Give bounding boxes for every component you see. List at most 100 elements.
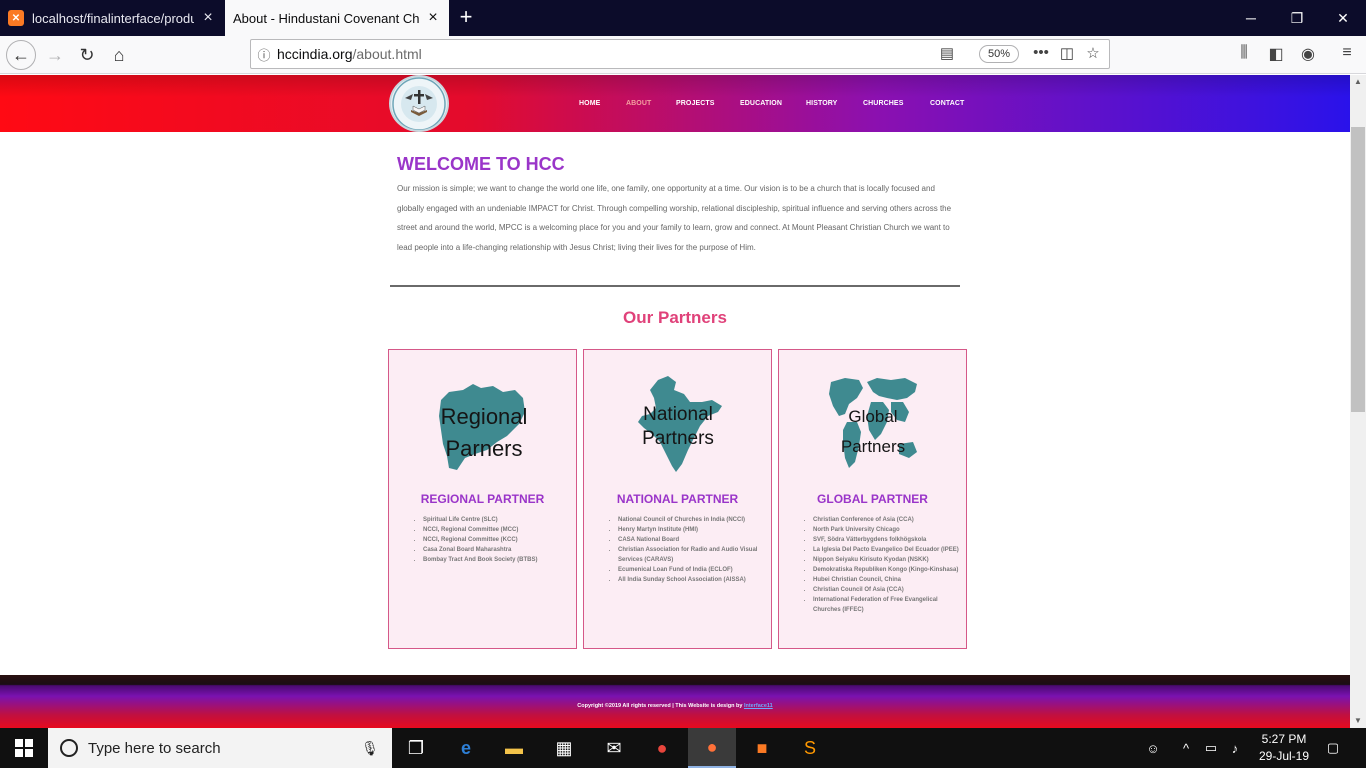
nav-about[interactable]: ABOUT [626, 100, 651, 107]
windows-taskbar: Type here to search 🎙 ❐ e ▬ ▦ ✉ ● ● ■ S … [0, 728, 1366, 768]
microphone-icon[interactable]: 🎙 [358, 740, 382, 757]
church-logo-icon [392, 77, 446, 130]
world-map-icon: Global Partners [829, 378, 917, 468]
menu-icon[interactable]: ≡ [1336, 44, 1358, 66]
store-icon[interactable]: ▦ [540, 728, 588, 768]
close-window-button[interactable]: ✕ [1320, 0, 1366, 36]
main-nav: HISTORY [806, 75, 837, 132]
home-button[interactable]: ⌂ [104, 40, 134, 70]
chrome-icon[interactable]: ● [638, 728, 686, 768]
site-header: HOME ABOUT PROJECTS EDUCATION HISTORY CH… [0, 75, 1350, 132]
scroll-up-icon[interactable]: ▲ [1350, 75, 1366, 89]
library-icon[interactable]: ⫼ [1233, 44, 1255, 66]
address-bar[interactable]: ⓘ hccindia.org/about.html ▤ 50% ••• ◫ ☆ [250, 39, 1110, 69]
designer-link[interactable]: Interface11 [744, 703, 773, 709]
show-hidden-icons[interactable]: ^ [1176, 728, 1196, 768]
nav-contact[interactable]: CONTACT [930, 100, 964, 107]
tab-about[interactable]: About - Hindustani Covenant Chur × [225, 0, 449, 36]
tab-localhost[interactable]: ✕ localhost/finalinterface/produc × [0, 0, 224, 36]
cortana-icon [60, 739, 78, 757]
file-explorer-icon[interactable]: ▬ [490, 728, 538, 768]
sublime-text-icon[interactable]: S [786, 728, 834, 768]
list-item: Henry Martyn Institute (HMI) [618, 525, 764, 535]
taskbar-search[interactable]: Type here to search 🎙 [48, 728, 392, 768]
reader-view-icon[interactable]: ▤ [937, 44, 957, 64]
nav-projects[interactable]: PROJECTS [676, 100, 715, 107]
xampp-icon[interactable]: ■ [738, 728, 786, 768]
list-item: La Iglesia Del Pacto Evangelico Del Ecua… [813, 545, 959, 555]
web-page: HOME ABOUT PROJECTS EDUCATION HISTORY CH… [0, 75, 1350, 728]
browser-tab-strip: ✕ localhost/finalinterface/produc × Abou… [0, 0, 1366, 36]
nav-history[interactable]: HISTORY [806, 100, 837, 107]
india-map-icon: National Partners [638, 376, 722, 472]
list-item: Christian Association for Radio and Audi… [618, 545, 764, 565]
reload-button[interactable]: ↻ [72, 40, 102, 70]
national-partner-card: National Partners NATIONAL PARTNER Natio… [583, 349, 772, 649]
sidebar-icon[interactable]: ◧ [1265, 44, 1287, 66]
art-line-1: Global [848, 407, 897, 426]
art-line-2: Partners [841, 437, 905, 456]
site-footer: Copyright ©2019 All rights reserved | Th… [0, 675, 1350, 728]
zoom-level-button[interactable]: 50% [978, 45, 1019, 63]
art-line-1: Regional [441, 404, 528, 429]
list-item: Casa Zonal Board Maharashtra [423, 545, 569, 555]
new-tab-button[interactable]: + [454, 6, 478, 30]
welcome-title: WELCOME TO HCC [397, 154, 565, 174]
close-tab-icon[interactable]: × [425, 9, 441, 27]
list-item: Christian Conference of Asia (CCA) [813, 515, 959, 525]
copyright-label: Copyright ©2019 All rights reserved | Th… [577, 703, 744, 709]
list-item: Bombay Tract And Book Society (BTBS) [423, 555, 569, 565]
minimize-window-button[interactable]: ─ [1228, 0, 1274, 36]
list-item: Spiritual Life Centre (SLC) [423, 515, 569, 525]
bookmark-star-icon[interactable]: ☆ [1083, 44, 1103, 64]
regional-partner-card: Regional Parners REGIONAL PARTNER Spirit… [388, 349, 577, 649]
network-icon[interactable]: ▭ [1200, 728, 1222, 768]
people-icon[interactable]: ☺ [1140, 728, 1166, 768]
forward-button[interactable]: → [40, 40, 70, 70]
tab-title: localhost/finalinterface/produc [32, 10, 194, 26]
nav-education[interactable]: EDUCATION [740, 100, 782, 107]
list-item: North Park University Chicago [813, 525, 959, 535]
volume-icon[interactable]: ♪ [1224, 728, 1246, 768]
close-tab-icon[interactable]: × [200, 9, 216, 27]
hcc-logo[interactable] [389, 75, 449, 132]
firefox-icon[interactable]: ● [688, 728, 736, 768]
restore-window-button[interactable]: ❐ [1274, 0, 1320, 36]
art-line-2: Parners [445, 436, 522, 461]
list-item: All India Sunday School Association (AIS… [618, 575, 764, 585]
card-title: REGIONAL PARTNER [420, 492, 545, 506]
site-info-icon[interactable]: ⓘ [251, 45, 277, 64]
clock-date: 29-Jul-19 [1258, 749, 1310, 763]
account-icon[interactable]: ◉ [1297, 44, 1319, 66]
list-item: CASA National Board [618, 535, 764, 545]
pocket-icon[interactable]: ◫ [1057, 44, 1077, 64]
page-actions-icon[interactable]: ••• [1031, 44, 1051, 64]
back-button[interactable]: ← [6, 40, 36, 70]
nav-home[interactable]: HOME [579, 100, 600, 107]
regional-map-icon: Regional Parners [439, 384, 528, 470]
url-host: hccindia.org [277, 46, 353, 62]
notifications-icon[interactable]: ▢ [1320, 728, 1346, 768]
art-line-2: Partners [642, 428, 714, 449]
mail-icon[interactable]: ✉ [590, 728, 638, 768]
page-scrollbar[interactable]: ▲ ▼ [1350, 75, 1366, 728]
list-item: NCCI, Regional Committee (MCC) [423, 525, 569, 535]
list-item: National Council of Churches in India (N… [618, 515, 764, 525]
main-nav: PROJECTS [676, 75, 715, 132]
main-nav: CHURCHES [863, 75, 903, 132]
scroll-down-icon[interactable]: ▼ [1350, 714, 1366, 728]
browser-toolbar: ← → ↻ ⌂ ⓘ hccindia.org/about.html ▤ 50% … [0, 36, 1366, 74]
partner-list: National Council of Churches in India (N… [614, 515, 764, 585]
nav-churches[interactable]: CHURCHES [863, 100, 903, 107]
edge-icon[interactable]: e [442, 728, 490, 768]
windows-logo-icon [15, 739, 33, 757]
partners-title: Our Partners [623, 308, 727, 327]
partner-list: Spiritual Life Centre (SLC) NCCI, Region… [419, 515, 569, 565]
welcome-text: Our mission is simple; we want to change… [397, 184, 952, 252]
tab-title: About - Hindustani Covenant Chur [233, 10, 419, 26]
art-line-1: National [643, 404, 713, 425]
task-view-icon[interactable]: ❐ [392, 728, 440, 768]
start-button[interactable] [0, 728, 48, 768]
scrollbar-thumb[interactable] [1351, 127, 1365, 412]
system-clock[interactable]: 5:27 PM 29-Jul-19 [1250, 731, 1318, 765]
